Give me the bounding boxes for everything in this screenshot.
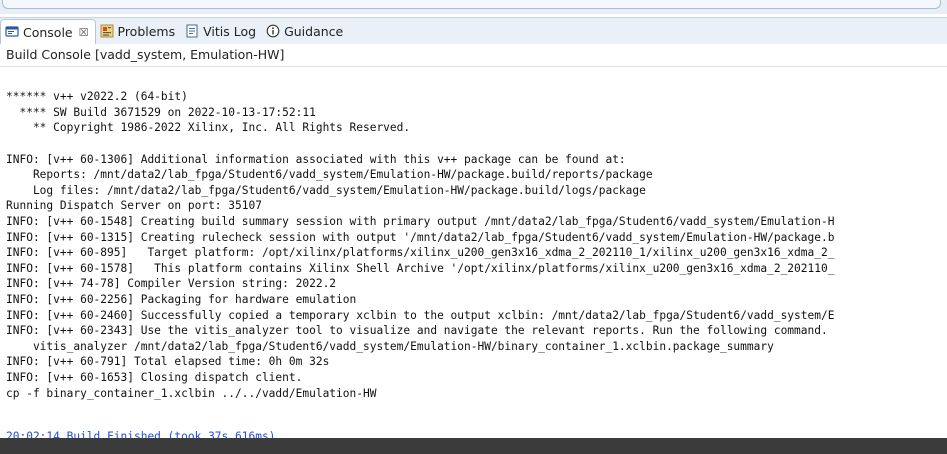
console-icon — [5, 25, 19, 39]
tab-guidance-label: Guidance — [284, 23, 344, 39]
console-line: INFO: [v++ 60-2256] Packaging for hardwa… — [6, 293, 357, 306]
close-icon[interactable]: ☒ — [79, 26, 89, 39]
tab-console[interactable]: Console ☒ — [0, 19, 96, 44]
console-line: Reports: /mnt/data2/lab_fpga/Student6/va… — [6, 168, 653, 182]
console-line: INFO: [v++ 60-791] Total elapsed time: 0… — [6, 355, 330, 369]
tab-problems-label: Problems — [117, 23, 176, 39]
console-line: INFO: [v++ 74-78] Compiler Version strin… — [6, 277, 337, 291]
console-output[interactable]: ****** v++ v2022.2 (64-bit) **** SW Buil… — [0, 58, 947, 438]
problems-icon — [100, 24, 114, 38]
console-line: INFO: [v++ 60-1306] Additional informati… — [6, 152, 626, 166]
console-line: vitis_analyzer /mnt/data2/lab_fpga/Stude… — [6, 339, 774, 353]
tab-guidance[interactable]: Guidance — [262, 18, 349, 44]
console-line: ** Copyright 1986-2022 Xilinx, Inc. All … — [6, 121, 411, 135]
console-line: Log files: /mnt/data2/lab_fpga/Student6/… — [6, 183, 646, 197]
console-line: INFO: [v++ 60-2343] Use the vitis_analyz… — [6, 324, 828, 338]
console-line: INFO: [v++ 60-895] Target platform: /opt… — [6, 246, 835, 260]
console-line: Running Dispatch Server on port: 35107 — [6, 199, 262, 213]
console-line: INFO: [v++ 60-2460] Successfully copied … — [6, 308, 835, 322]
tab-vitis-log-label: Vitis Log — [203, 23, 257, 39]
tab-problems[interactable]: Problems — [96, 18, 182, 44]
editor-area-edge — [0, 0, 947, 14]
build-finished-link[interactable]: 20:02:14 Build Finished (took 37s.616ms) — [6, 429, 275, 438]
console-line: ****** v++ v2022.2 (64-bit) — [6, 90, 188, 104]
console-line: INFO: [v++ 60-1653] Closing dispatch cli… — [6, 371, 303, 384]
console-line: INFO: [v++ 60-1315] Creating rulecheck s… — [6, 230, 835, 244]
tab-vitis-log[interactable]: Vitis Log — [181, 18, 262, 44]
console-line: **** SW Build 3671529 on 2022-10-13-17:5… — [6, 105, 316, 119]
view-tab-bar: Console ☒ Problems Vitis Log Guidance — [0, 17, 947, 44]
bottom-bar — [0, 438, 947, 454]
console-line: cp -f binary_container_1.xclbin ../../va… — [6, 386, 377, 400]
console-line: INFO: [v++ 60-1548] Creating build summa… — [6, 215, 835, 228]
editor-frame — [2, 0, 941, 9]
divider — [0, 66, 947, 67]
tab-console-label: Console — [23, 24, 73, 40]
info-icon — [266, 24, 280, 38]
console-line: INFO: [v++ 60-1578] This platform contai… — [6, 261, 835, 275]
log-icon — [185, 24, 199, 38]
console-title: Build Console [vadd_system, Emulation-HW… — [0, 45, 947, 65]
